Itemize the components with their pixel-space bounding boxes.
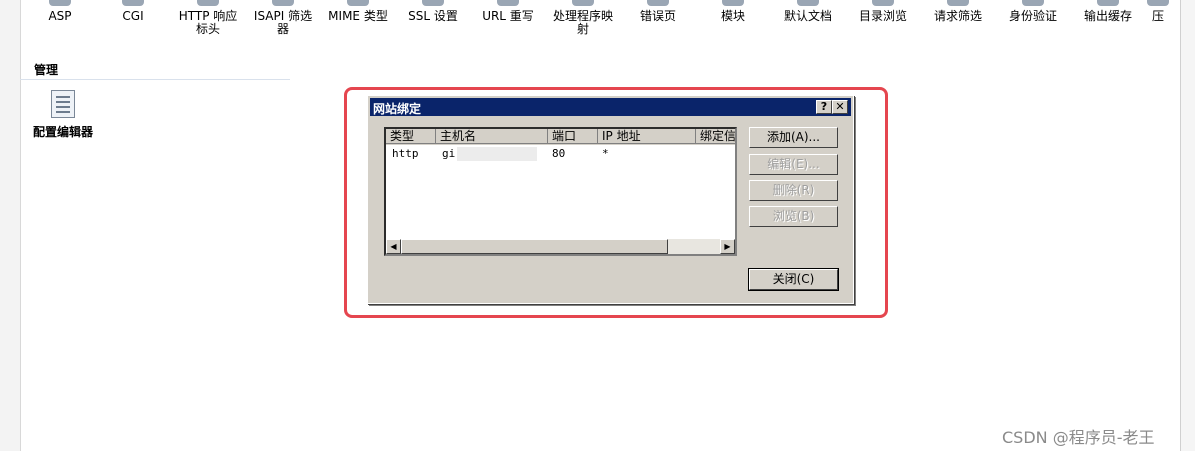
feature-ssl[interactable]: SSL 设置 (393, 0, 473, 23)
column-host-name[interactable]: 主机名 (436, 129, 548, 144)
right-scrollbar[interactable] (1180, 0, 1195, 451)
column-ip-address[interactable]: IP 地址 (598, 129, 696, 144)
output-caching-icon (1097, 0, 1119, 6)
feature-icons-row: ASP CGI HTTP 响应标头 ISAPI 筛选器 MIME 类型 SSL … (20, 0, 1181, 40)
feature-asp[interactable]: ASP (20, 0, 100, 23)
feature-authentication[interactable]: 身份验证 (993, 0, 1073, 23)
modules-icon (722, 0, 744, 6)
redacted-host (457, 147, 537, 161)
directory-browsing-icon (872, 0, 894, 6)
compression-icon (1147, 0, 1169, 6)
column-type[interactable]: 类型 (386, 129, 436, 144)
isapi-filters-icon (272, 0, 294, 6)
column-port[interactable]: 端口 (548, 129, 598, 144)
feature-handler-mappings[interactable]: 处理程序映射 (543, 0, 623, 36)
feature-mime-types[interactable]: MIME 类型 (318, 0, 398, 23)
horizontal-scrollbar[interactable]: ◀ ▶ (386, 239, 735, 254)
site-bindings-dialog: 网站绑定 ? ✕ 类型 主机名 端口 IP 地址 绑定信 http gi 80 … (367, 95, 854, 304)
row-port: 80 (552, 147, 566, 160)
default-document-icon (797, 0, 819, 6)
feature-output-caching[interactable]: 输出缓存 (1068, 0, 1148, 23)
close-icon[interactable]: ✕ (832, 100, 848, 114)
feature-compression[interactable]: 压 (1138, 0, 1178, 23)
scroll-right-icon[interactable]: ▶ (720, 239, 735, 254)
feature-cgi[interactable]: CGI (93, 0, 173, 23)
scrollbar-thumb[interactable] (401, 239, 668, 254)
browse-button[interactable]: 浏览(B) (749, 206, 838, 227)
table-row[interactable]: http gi 80 * (386, 147, 735, 163)
feature-isapi-filters[interactable]: ISAPI 筛选器 (243, 0, 323, 36)
ssl-icon (422, 0, 444, 6)
management-section-title: 管理 (34, 63, 59, 77)
dialog-title: 网站绑定 (373, 102, 422, 116)
dialog-titlebar[interactable]: 网站绑定 ? ✕ (370, 98, 851, 116)
row-host-name: gi (442, 147, 456, 160)
cgi-icon (122, 0, 144, 6)
http-headers-icon (197, 0, 219, 6)
url-rewrite-icon (497, 0, 519, 6)
configuration-editor-icon (51, 90, 75, 118)
mime-types-icon (347, 0, 369, 6)
feature-modules[interactable]: 模块 (693, 0, 773, 23)
row-ip-address: * (602, 147, 609, 160)
edit-button[interactable]: 编辑(E)... (749, 154, 838, 175)
bindings-list-header: 类型 主机名 端口 IP 地址 绑定信 (386, 129, 735, 145)
remove-button[interactable]: 删除(R) (749, 180, 838, 201)
feature-request-filtering[interactable]: 请求筛选 (918, 0, 998, 23)
add-button[interactable]: 添加(A)... (749, 127, 838, 148)
authentication-icon (1022, 0, 1044, 6)
configuration-editor-feature[interactable]: 配置编辑器 (28, 90, 98, 140)
feature-url-rewrite[interactable]: URL 重写 (468, 0, 548, 23)
close-button[interactable]: 关闭(C) (748, 268, 839, 291)
feature-error-pages[interactable]: 错误页 (618, 0, 698, 23)
left-panel-border (0, 0, 21, 451)
row-type: http (392, 147, 419, 160)
column-binding-info[interactable]: 绑定信 (696, 129, 735, 144)
watermark: CSDN @程序员-老王 (1002, 428, 1155, 447)
scroll-left-icon[interactable]: ◀ (386, 239, 401, 254)
configuration-editor-label: 配置编辑器 (32, 125, 93, 139)
request-filtering-icon (947, 0, 969, 6)
asp-icon (49, 0, 71, 6)
bindings-list[interactable]: 类型 主机名 端口 IP 地址 绑定信 http gi 80 * ◀ ▶ (384, 127, 737, 256)
feature-directory-browsing[interactable]: 目录浏览 (843, 0, 923, 23)
feature-default-document[interactable]: 默认文档 (768, 0, 848, 23)
error-pages-icon (647, 0, 669, 6)
section-divider (20, 79, 290, 80)
help-button[interactable]: ? (816, 100, 832, 114)
handler-mappings-icon (572, 0, 594, 6)
feature-http-headers[interactable]: HTTP 响应标头 (168, 0, 248, 36)
